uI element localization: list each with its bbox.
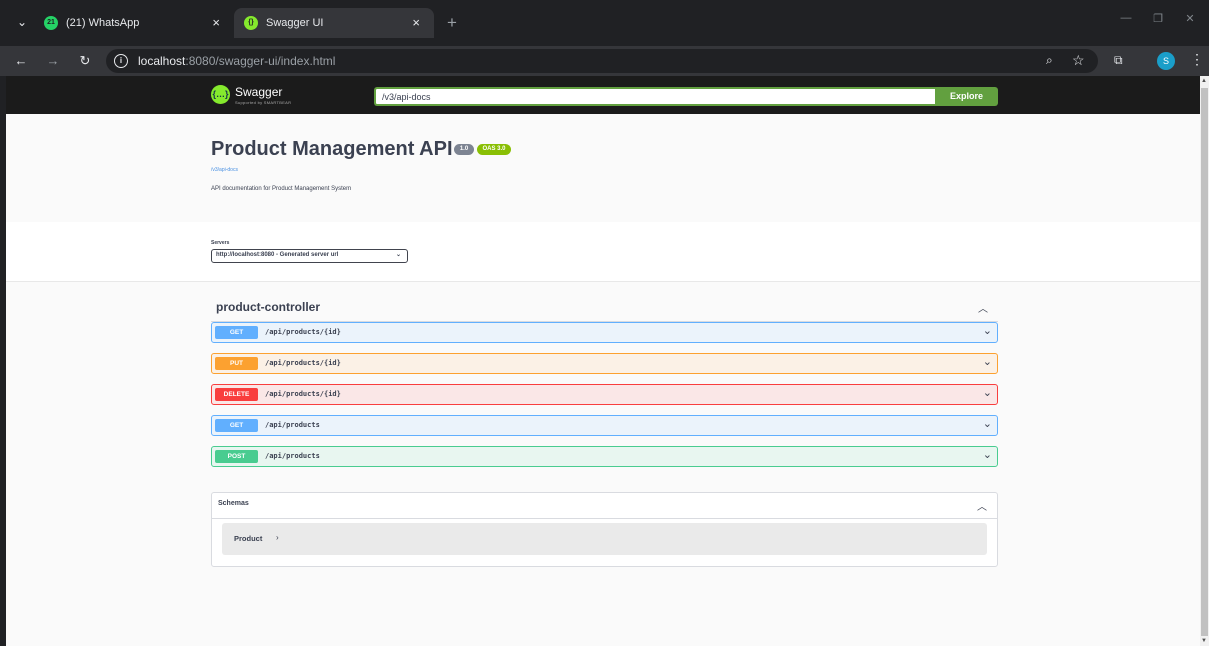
chevron-down-icon[interactable]: ⌄ [983, 355, 992, 368]
page-content: {…} Swagger Supported by SMARTBEAR Explo… [6, 76, 1200, 646]
scroll-down-icon[interactable]: ▼ [1201, 638, 1207, 644]
close-window-icon[interactable]: ✕ [1178, 12, 1202, 25]
site-info-icon[interactable]: i [114, 54, 128, 68]
api-url-input[interactable] [374, 87, 935, 106]
servers-select[interactable]: http://localhost:8080 - Generated server… [211, 249, 408, 263]
whatsapp-icon: 21 [44, 16, 58, 30]
method-badge: GET [215, 326, 258, 339]
back-icon[interactable]: ← [12, 52, 30, 70]
close-tab-icon[interactable]: × [212, 8, 220, 38]
chevron-down-icon[interactable]: ⌄ [983, 417, 992, 430]
new-tab-button[interactable]: + [440, 8, 464, 38]
model-name: Product [234, 534, 263, 543]
api-description: API documentation for Product Management… [211, 186, 352, 192]
tab-strip: ⌄ 21 (21) WhatsApp × {} Swagger UI × + —… [0, 0, 1209, 46]
swagger-logo-text: Swagger [235, 85, 283, 99]
method-badge: DELETE [215, 388, 258, 401]
model-product[interactable]: Product › [222, 523, 987, 555]
explore-button[interactable]: Explore [935, 87, 998, 106]
servers-selected-value: http://localhost:8080 - Generated server… [216, 252, 339, 258]
operation-path: /api/products [265, 421, 320, 429]
minimize-icon[interactable]: — [1114, 12, 1138, 24]
operation-get-product-by-id[interactable]: GET /api/products/{id} ⌄ [211, 322, 998, 343]
operation-post-product[interactable]: POST /api/products ⌄ [211, 446, 998, 467]
reload-icon[interactable]: ↻ [76, 52, 94, 70]
tag-name: product-controller [216, 300, 320, 314]
tab-swagger-ui[interactable]: {} Swagger UI × [234, 8, 434, 38]
chevron-up-icon[interactable]: ︿ [978, 300, 988, 315]
swagger-topbar: {…} Swagger Supported by SMARTBEAR Explo… [6, 76, 1200, 114]
schemas-title[interactable]: Schemas [218, 500, 249, 507]
schemas-section: Schemas ︿ Product › [211, 492, 998, 567]
scroll-up-icon[interactable]: ▲ [1201, 78, 1207, 84]
operation-path: /api/products/{id} [265, 390, 341, 398]
oas-badge: OAS 3.0 [477, 144, 511, 155]
method-badge: GET [215, 419, 258, 432]
divider [212, 518, 997, 519]
chevron-down-icon[interactable]: ⌄ [983, 386, 992, 399]
bookmark-star-icon[interactable]: ☆ [1072, 52, 1085, 69]
swagger-logo-icon: {…} [211, 85, 230, 104]
chevron-right-icon: › [276, 533, 279, 542]
zoom-icon[interactable]: ⌕ [1046, 53, 1053, 68]
extensions-icon[interactable]: ⧉ [1114, 53, 1128, 67]
swagger-icon: {} [244, 16, 258, 30]
browser-menu-icon[interactable]: ⋮ [1190, 51, 1204, 68]
swagger-logo-subtitle: Supported by SMARTBEAR [235, 100, 292, 105]
forward-icon[interactable]: → [44, 52, 62, 70]
api-docs-link[interactable]: /v3/api-docs [211, 167, 238, 173]
scrollbar-thumb[interactable] [1201, 88, 1208, 636]
tab-title: Swagger UI [266, 17, 324, 29]
chevron-down-icon: ⌄ [395, 252, 401, 258]
servers-section: Servers http://localhost:8080 - Generate… [6, 222, 1200, 282]
method-badge: PUT [215, 357, 258, 370]
version-badge: 1.0 [454, 144, 474, 155]
servers-label: Servers [211, 240, 230, 246]
url-text[interactable]: localhost:8080/swagger-ui/index.html [138, 49, 335, 73]
close-tab-icon[interactable]: × [412, 8, 420, 38]
profile-avatar[interactable]: S [1157, 52, 1175, 70]
page-scrollbar[interactable]: ▲ ▼ [1200, 76, 1209, 646]
chevron-up-icon[interactable]: ︿ [977, 498, 987, 513]
operation-delete-product[interactable]: DELETE /api/products/{id} ⌄ [211, 384, 998, 405]
operation-get-products[interactable]: GET /api/products ⌄ [211, 415, 998, 436]
method-badge: POST [215, 450, 258, 463]
restore-icon[interactable]: ❐ [1146, 12, 1170, 25]
operation-path: /api/products [265, 452, 320, 460]
page-title: Product Management API [211, 138, 453, 160]
browser-toolbar: ← → ↻ i localhost:8080/swagger-ui/index.… [0, 46, 1209, 76]
chevron-down-icon[interactable]: ⌄ [983, 448, 992, 461]
tab-title: (21) WhatsApp [66, 17, 140, 29]
tab-search-chevron-icon[interactable]: ⌄ [14, 14, 30, 30]
address-bar[interactable]: i localhost:8080/swagger-ui/index.html ⌕… [106, 49, 1098, 73]
tag-header-product-controller[interactable]: product-controller ︿ [211, 294, 998, 322]
operation-put-product[interactable]: PUT /api/products/{id} ⌄ [211, 353, 998, 374]
operation-path: /api/products/{id} [265, 328, 341, 336]
operation-path: /api/products/{id} [265, 359, 341, 367]
chevron-down-icon[interactable]: ⌄ [983, 324, 992, 337]
api-info: Product Management API 1.0 OAS 3.0 /v3/a… [6, 114, 1200, 222]
tab-whatsapp[interactable]: 21 (21) WhatsApp × [34, 8, 234, 38]
